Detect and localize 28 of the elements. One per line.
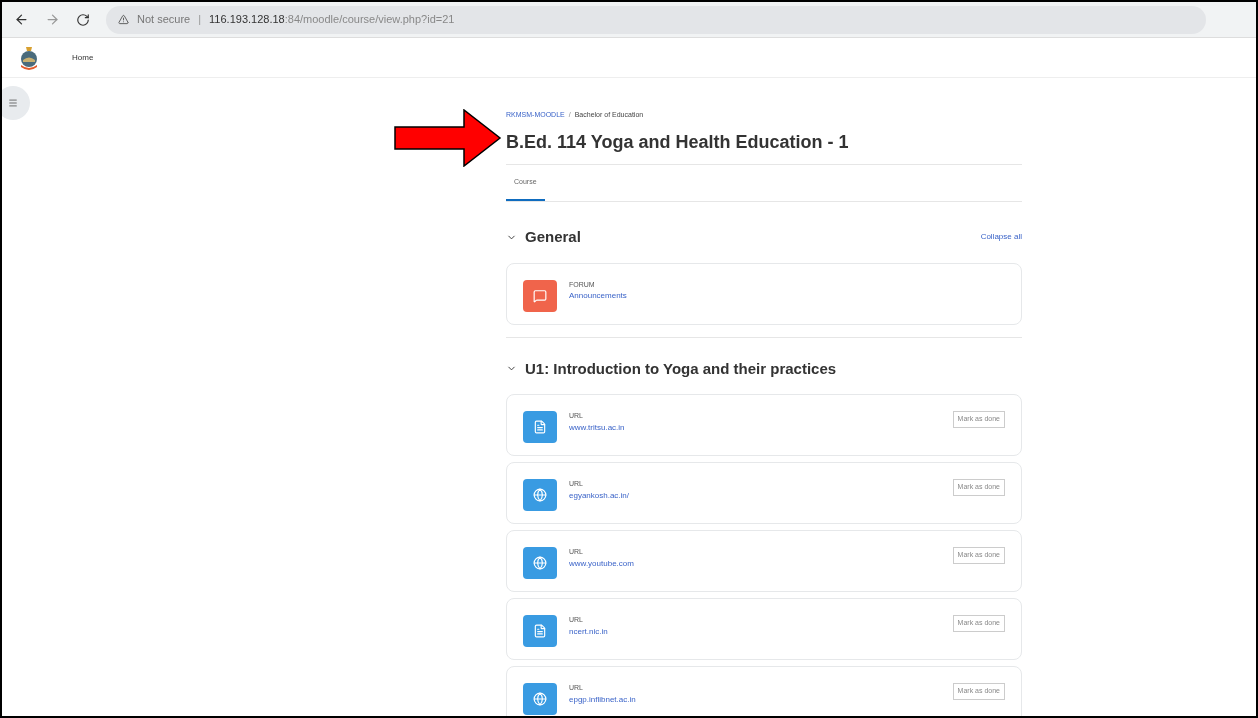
url-text: 116.193.128.18:84/moodle/course/view.php?id=21 bbox=[209, 12, 455, 28]
globe-icon bbox=[523, 547, 557, 579]
address-divider: | bbox=[198, 12, 202, 28]
document-icon bbox=[523, 615, 557, 647]
activity-link[interactable]: www.tritsu.ac.in bbox=[569, 421, 941, 434]
activity-link[interactable]: egyankosh.ac.in/ bbox=[569, 489, 941, 502]
activity-link[interactable]: epgp.inflibnet.ac.in bbox=[569, 693, 941, 706]
activity-link[interactable]: Announcements bbox=[569, 290, 1005, 302]
document-icon bbox=[523, 411, 557, 443]
section-title: General bbox=[525, 227, 582, 247]
activity-link[interactable]: ncert.nic.in bbox=[569, 625, 941, 638]
chat-icon bbox=[523, 279, 557, 312]
back-icon[interactable] bbox=[14, 12, 29, 27]
globe-icon bbox=[523, 683, 557, 715]
address-bar[interactable]: Not secure | 116.193.128.18:84/moodle/course/view.php?id=21 bbox=[106, 5, 1206, 34]
forward-icon[interactable] bbox=[45, 12, 60, 27]
warning-icon bbox=[118, 14, 129, 25]
nav-link[interactable]: Home bbox=[72, 51, 94, 64]
emblem-logo bbox=[18, 44, 40, 71]
section-title: U1: Introduction to Yoga and their practices bbox=[525, 358, 838, 379]
menu-icon bbox=[8, 98, 18, 108]
security-label: Not secure bbox=[137, 12, 191, 28]
globe-icon bbox=[523, 479, 557, 511]
collapse-all-link[interactable]: Collapse all bbox=[980, 231, 1022, 244]
drawer-toggle-button[interactable] bbox=[2, 86, 30, 120]
reload-icon[interactable] bbox=[76, 12, 90, 27]
course-title: B.Ed. 114 Yoga and Health Education - 1 bbox=[506, 128, 1022, 165]
activity-link[interactable]: www.youtube.com bbox=[569, 557, 941, 570]
